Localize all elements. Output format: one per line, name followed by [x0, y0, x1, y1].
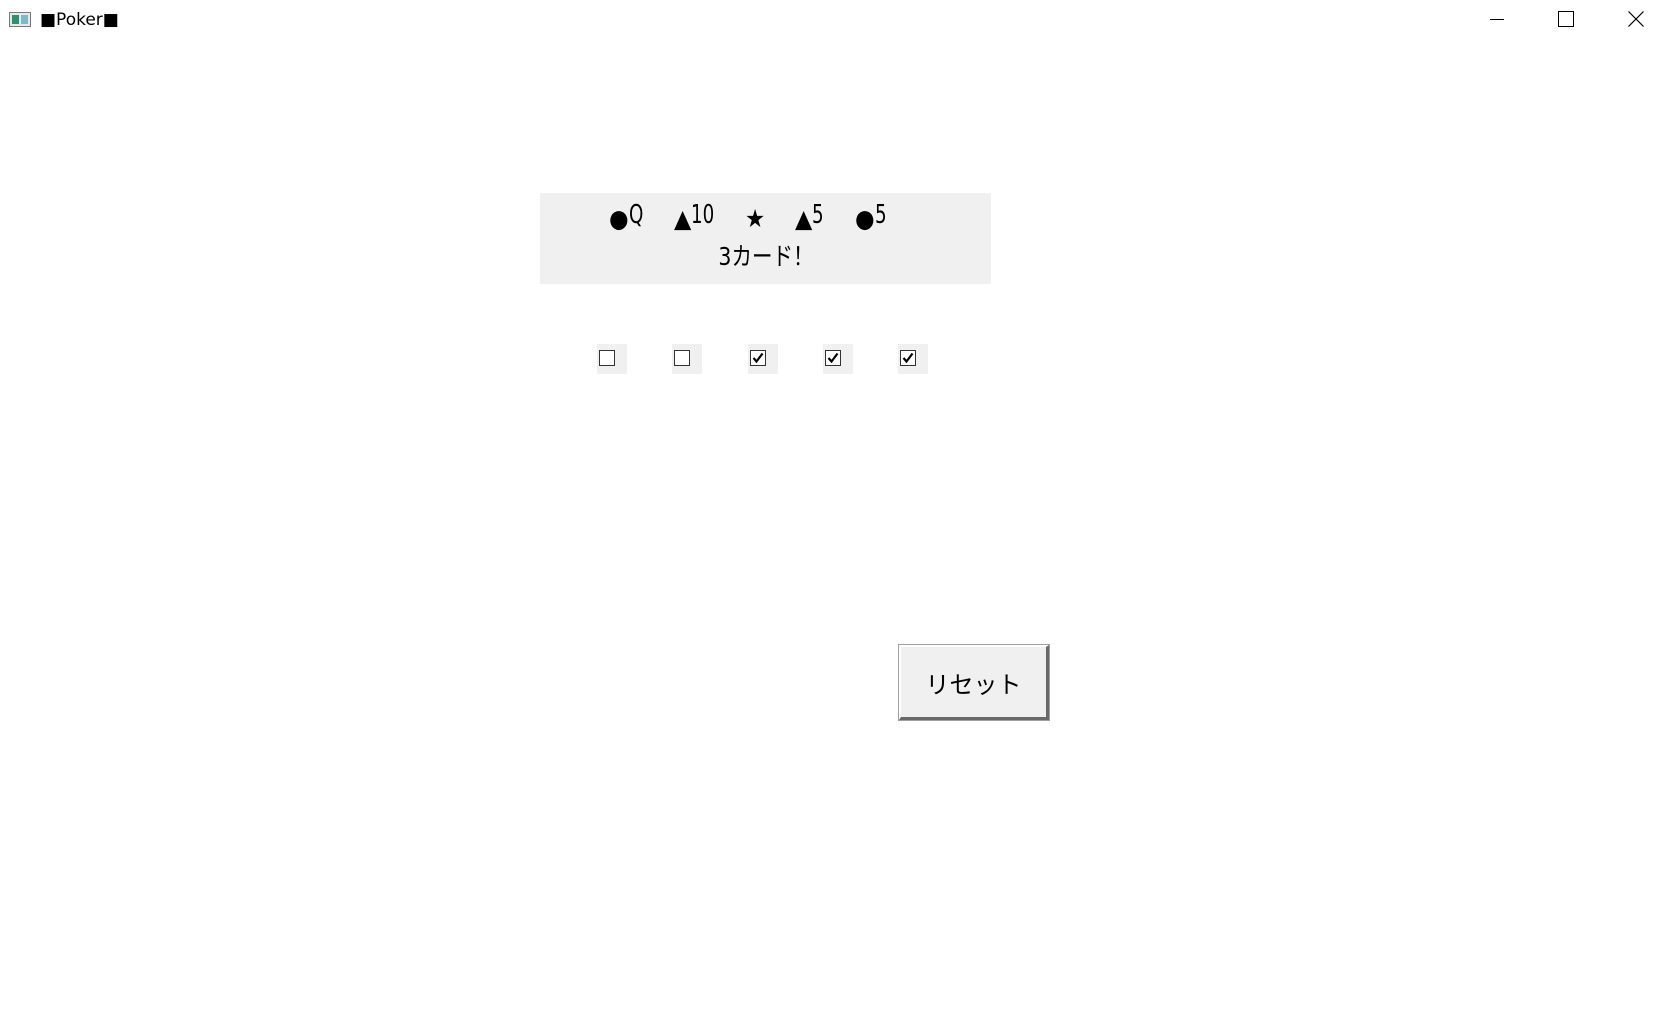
close-button[interactable] — [1613, 0, 1659, 38]
checkbox-icon[interactable] — [674, 350, 690, 366]
title-bar[interactable]: ■Poker■ — [0, 0, 1662, 38]
card-rank: Q — [628, 200, 644, 230]
hold-checkbox-3[interactable] — [748, 344, 778, 374]
checkmark-icon — [827, 352, 839, 364]
card-5: ●5 — [855, 199, 890, 233]
hold-checkbox-1[interactable] — [597, 344, 627, 374]
hold-checkbox-2[interactable] — [672, 344, 702, 374]
hand-panel: ●Q ▲10 ★ ▲5 ●5 3カード！ — [540, 193, 991, 284]
hand-result-label: 3カード！ — [540, 241, 991, 273]
card-3: ★ — [745, 199, 765, 233]
card-rank: 5 — [874, 200, 887, 230]
app-icon — [9, 12, 31, 27]
suit-circle-icon: ● — [855, 204, 875, 233]
hold-checkbox-4[interactable] — [823, 344, 853, 374]
checkbox-icon[interactable] — [750, 350, 766, 366]
checkbox-icon[interactable] — [599, 350, 615, 366]
card-rank: 5 — [812, 200, 824, 230]
hand-result-text: 3カード！ — [717, 242, 814, 271]
checkmark-icon — [902, 352, 914, 364]
close-icon — [1628, 11, 1644, 27]
window-title: ■Poker■ — [40, 10, 119, 30]
checkbox-icon[interactable] — [825, 350, 841, 366]
poker-window: ■Poker■ ●Q ▲10 ★ ▲5 ●5 3カード！ リセット — [0, 0, 1662, 1031]
suit-circle-icon: ● — [609, 204, 629, 233]
suit-triangle-icon: ▲ — [674, 204, 692, 233]
cards-row: ●Q ▲10 ★ ▲5 ●5 — [540, 193, 991, 239]
card-rank: 10 — [691, 200, 715, 230]
card-1: ●Q — [609, 199, 647, 233]
card-4: ▲5 — [795, 199, 827, 233]
minimize-icon — [1490, 19, 1504, 20]
suit-star-icon: ★ — [745, 204, 766, 233]
reset-button-label: リセット — [925, 670, 1022, 699]
maximize-button[interactable] — [1543, 0, 1589, 38]
checkbox-icon[interactable] — [900, 350, 916, 366]
reset-button[interactable]: リセット — [898, 644, 1050, 721]
maximize-icon — [1558, 11, 1574, 27]
suit-triangle-icon: ▲ — [795, 204, 813, 233]
checkmark-icon — [752, 352, 764, 364]
hold-checkbox-5[interactable] — [898, 344, 928, 374]
minimize-button[interactable] — [1474, 0, 1520, 38]
card-2: ▲10 — [674, 199, 721, 233]
